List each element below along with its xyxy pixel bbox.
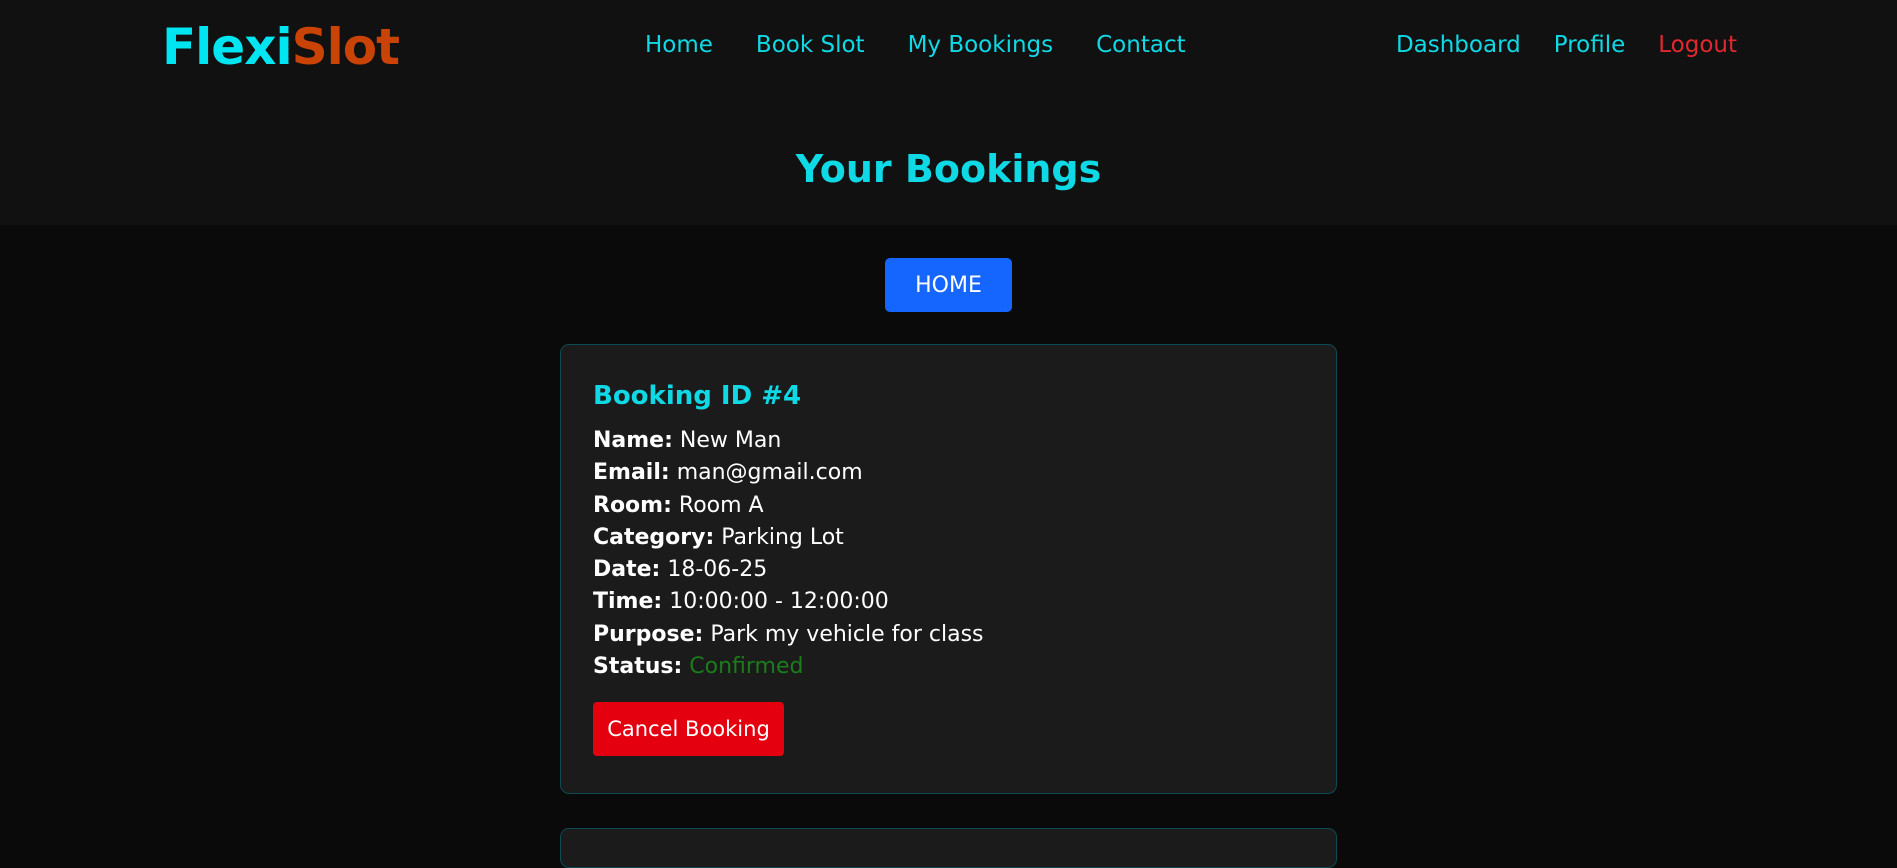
booking-purpose-field: Purpose: Park my vehicle for class <box>593 619 1304 651</box>
page-title: Your Bookings <box>795 147 1102 191</box>
header: FlexiSlot Home Book Slot My Bookings Con… <box>0 0 1897 225</box>
field-value: Room A <box>678 492 764 518</box>
booking-name-field: Name: New Man <box>593 425 1304 457</box>
field-label: Category: <box>593 524 715 550</box>
brand-part-1: Flexi <box>162 18 293 76</box>
nav-dashboard-link[interactable]: Dashboard <box>1396 29 1521 61</box>
booking-time-field: Time: 10:00:00 - 12:00:00 <box>593 586 1304 618</box>
user-nav: Dashboard Profile Logout <box>1396 29 1737 61</box>
brand-part-2: Slot <box>291 18 400 76</box>
booking-id-title: Booking ID #4 <box>593 381 802 411</box>
nav-home-link[interactable]: Home <box>645 29 713 61</box>
nav-my-bookings-link[interactable]: My Bookings <box>908 29 1054 61</box>
field-value: New Man <box>679 428 782 453</box>
booking-card: Booking ID #4 Name: New Man Email: man@g… <box>560 344 1337 794</box>
field-label: Time: <box>593 589 663 615</box>
field-value: 10:00:00 - 12:00:00 <box>669 589 889 615</box>
status-badge: Confirmed <box>689 654 804 680</box>
field-label: Room: <box>593 492 672 518</box>
field-value: 18-06-25 <box>667 557 768 583</box>
home-button[interactable]: HOME <box>885 258 1012 312</box>
main-nav: Home Book Slot My Bookings Contact <box>645 29 1186 61</box>
booking-room-field: Room: Room A <box>593 490 1304 522</box>
booking-email-field: Email: man@gmail.com <box>593 457 1304 489</box>
cancel-booking-button[interactable]: Cancel Booking <box>593 702 784 757</box>
brand-logo[interactable]: FlexiSlot <box>162 14 400 80</box>
field-label: Date: <box>593 557 661 583</box>
nav-contact-link[interactable]: Contact <box>1096 29 1185 61</box>
nav-logout-link[interactable]: Logout <box>1658 29 1737 61</box>
booking-card <box>560 828 1337 868</box>
field-value: Park my vehicle for class <box>710 621 984 647</box>
field-label: Email: <box>593 460 670 486</box>
field-label: Name: <box>593 428 673 453</box>
field-value: Parking Lot <box>721 524 844 550</box>
nav-book-slot-link[interactable]: Book Slot <box>756 29 865 61</box>
booking-status-field: Status: Confirmed <box>593 651 1304 683</box>
nav-profile-link[interactable]: Profile <box>1554 29 1626 61</box>
booking-category-field: Category: Parking Lot <box>593 522 1304 554</box>
field-label: Status: <box>593 654 683 680</box>
field-value: man@gmail.com <box>676 460 863 486</box>
booking-date-field: Date: 18-06-25 <box>593 554 1304 586</box>
field-label: Purpose: <box>593 621 704 647</box>
